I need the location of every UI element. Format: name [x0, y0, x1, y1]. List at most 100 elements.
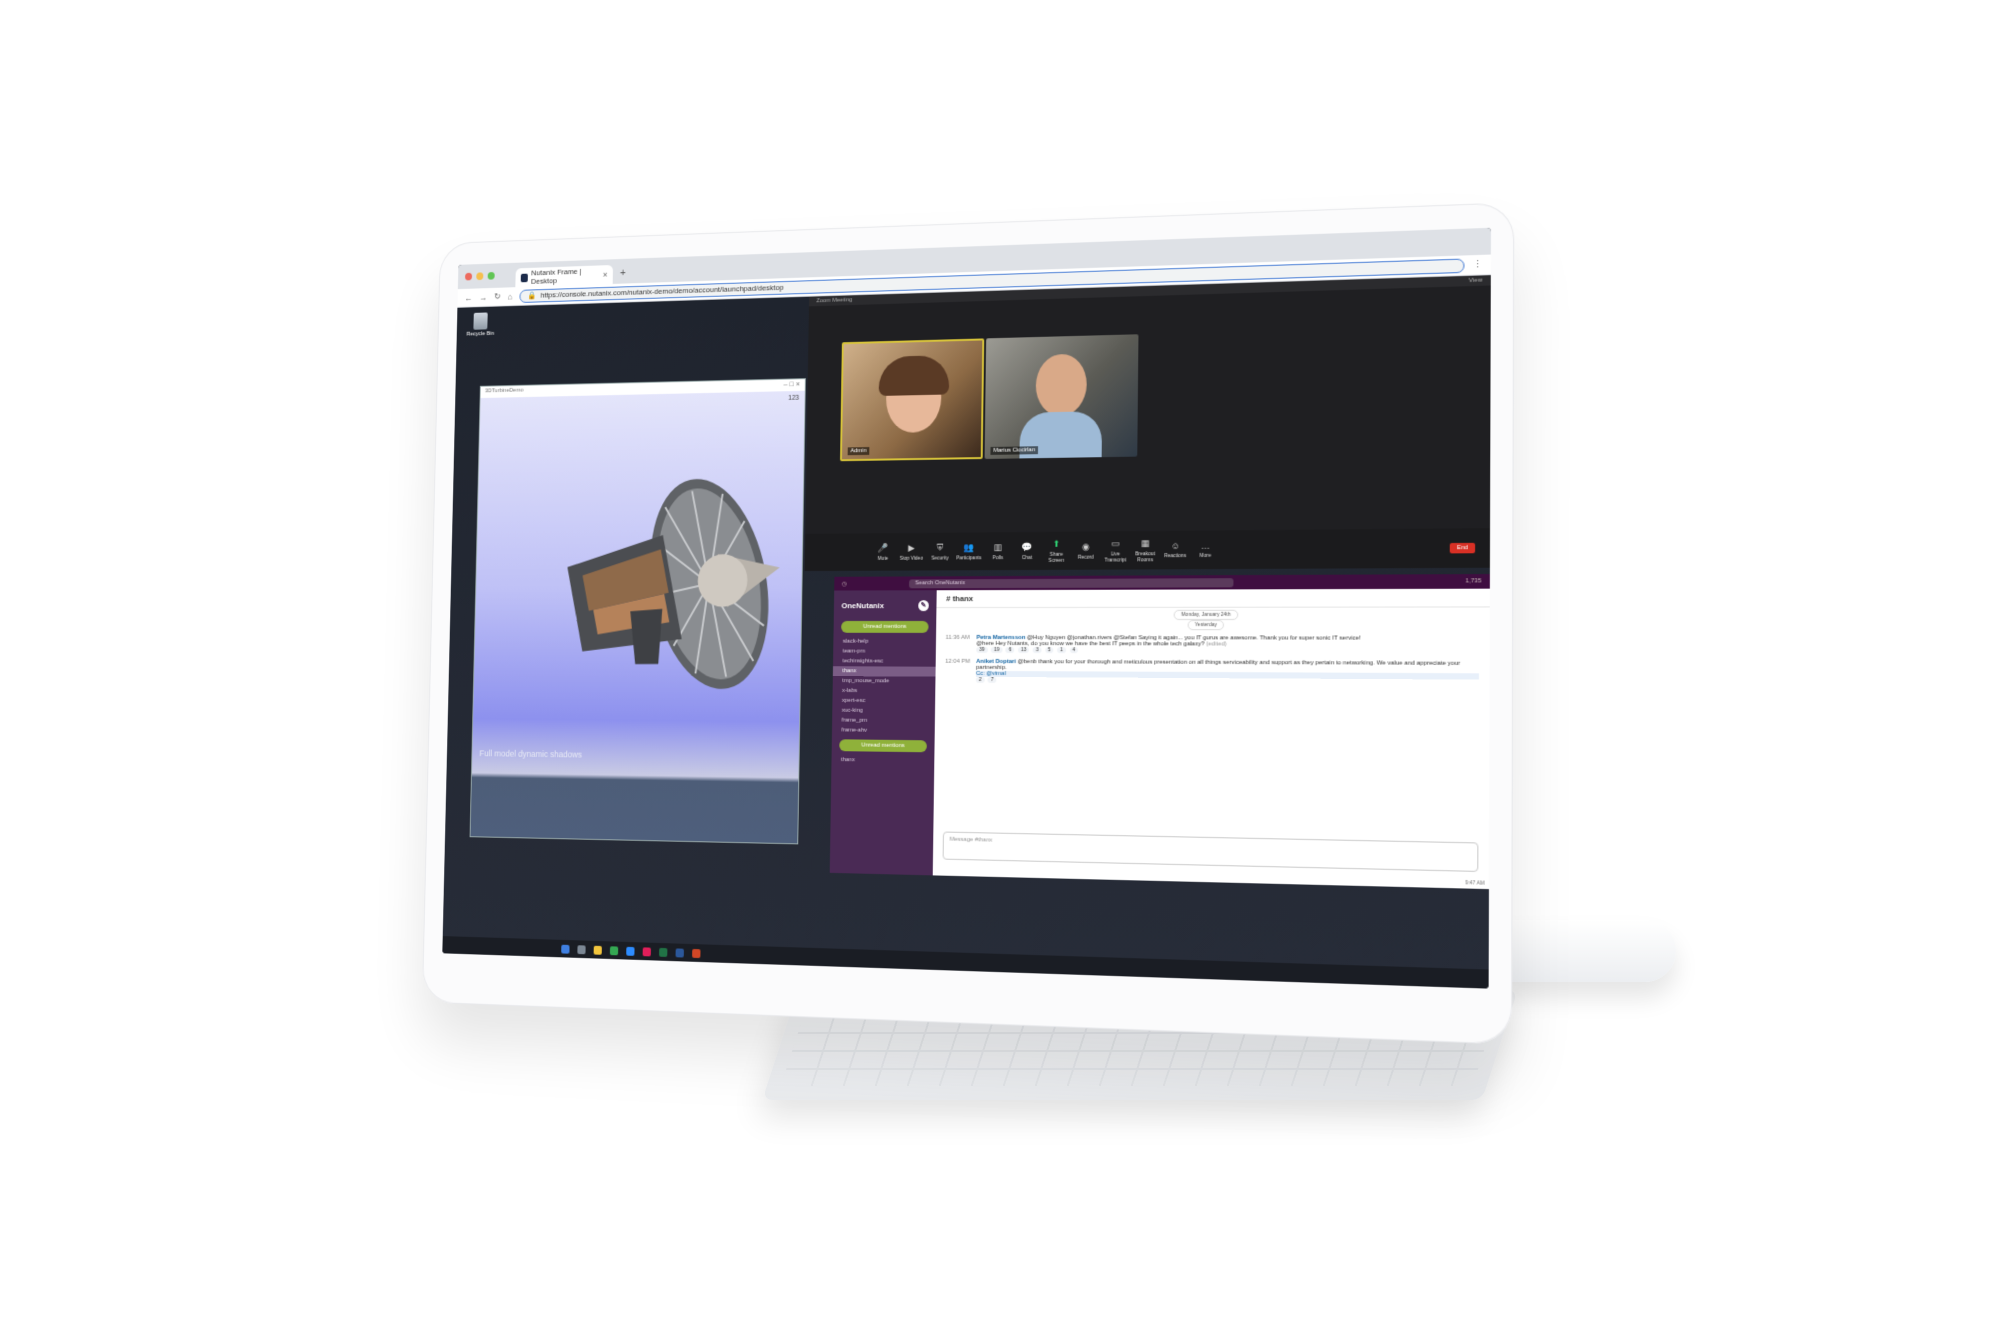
participant-name: Marius Ciocirlan — [990, 446, 1039, 455]
sidebar-item-team-pm[interactable]: team-pm — [833, 647, 936, 657]
message-time: 11:36 AM — [945, 634, 970, 641]
zoom-meeting-window[interactable]: Zoom Meeting View Admin Marius Ciocirlan — [804, 275, 1491, 572]
slack-window[interactable]: ◷ Search OneNutanix 1,735 OneNutanix ✎ U… — [829, 574, 1490, 890]
unread-mentions-button[interactable]: Unread mentions — [841, 620, 929, 633]
reactions-row: 2 7 — [975, 676, 1479, 686]
nutanix-favicon-icon — [520, 273, 528, 282]
back-arrow-icon[interactable]: ← — [464, 293, 472, 303]
microphone-icon: 🎤 — [877, 542, 889, 553]
powerpoint-icon[interactable] — [692, 948, 701, 958]
new-tab-button[interactable]: + — [620, 267, 626, 279]
reaction[interactable]: 2 — [975, 676, 985, 683]
more-button[interactable]: … More — [1190, 541, 1220, 559]
security-button[interactable]: ⛨ Security — [926, 542, 955, 561]
slack-icon[interactable] — [642, 946, 651, 956]
start-icon[interactable] — [561, 944, 570, 954]
sidebar-footer-channel[interactable]: thanx — [831, 755, 934, 766]
chat-bubble-icon: 💬 — [1021, 541, 1033, 552]
sidebar-item-thanx[interactable]: thanx — [832, 666, 936, 677]
channel-header[interactable]: # thanx — [936, 588, 1490, 609]
reactions-button[interactable]: ☺ Reactions — [1160, 541, 1190, 559]
share-screen-icon: ⬆ — [1052, 538, 1061, 549]
home-icon[interactable]: ⌂ — [508, 292, 513, 302]
video-tile-admin[interactable]: Admin — [840, 338, 985, 462]
zoom-icon[interactable] — [626, 946, 635, 956]
cad-window-title: 3DTurbineDemo — [484, 387, 524, 395]
grid-icon: ▦ — [1141, 537, 1150, 548]
cc-icon: ▭ — [1111, 537, 1120, 548]
reaction[interactable]: 4 — [1069, 647, 1079, 654]
search-icon[interactable] — [577, 944, 586, 954]
polls-button[interactable]: ▥ Polls — [983, 542, 1012, 561]
reaction[interactable]: 3 — [1032, 647, 1042, 654]
end-meeting-button[interactable]: End — [1449, 542, 1476, 554]
url-text: https://console.nutanix.com/nutanix-demo… — [540, 283, 784, 300]
reaction[interactable]: 7 — [987, 676, 997, 683]
window-controls-icon[interactable]: ─ ☐ ✕ — [783, 381, 800, 389]
reaction[interactable]: 19 — [991, 646, 1003, 653]
participants-button[interactable]: 👥 Participants — [954, 542, 983, 561]
minimize-window-icon[interactable] — [476, 272, 484, 281]
reaction[interactable]: 6 — [1005, 646, 1015, 654]
sidebar-item-tmp-mouse-mode[interactable]: tmp_mouse_mode — [833, 676, 936, 687]
reaction[interactable]: 1 — [1057, 647, 1066, 654]
video-camera-icon: ▶ — [908, 542, 915, 553]
system-clock: 9:47 AM — [1465, 880, 1485, 887]
history-icon[interactable]: ◷ — [842, 580, 847, 587]
stop-video-button[interactable]: ▶ Stop Video — [897, 542, 926, 561]
compose-icon[interactable]: ✎ — [918, 600, 929, 612]
cad-caption: Full model dynamic shadows — [479, 748, 583, 760]
breakout-rooms-button[interactable]: ▦ Breakout Rooms — [1130, 537, 1160, 563]
day-divider: Monday, January 24th — [936, 609, 1489, 620]
live-transcript-button[interactable]: ▭ Live Transcript — [1101, 538, 1131, 563]
zoom-window-title: Zoom Meeting — [816, 297, 853, 305]
reaction[interactable]: 39 — [976, 646, 988, 653]
message-composer[interactable]: Message #thanx — [942, 831, 1479, 872]
cad-titlebar: 3DTurbineDemo ─ ☐ ✕ — [480, 379, 805, 399]
zoom-toolbar: 🎤 Mute ▶ Stop Video ⛨ Security 👥 Participant… — [804, 528, 1491, 572]
message-text: @benb thank you for your thorough and me… — [976, 659, 1461, 672]
reload-icon[interactable]: ↻ — [494, 291, 501, 302]
message[interactable]: 12:04 PM Aniket Doptari @benb thank you … — [935, 656, 1489, 689]
sidebar-item-frame-ahv[interactable]: frame-ahv — [832, 725, 935, 736]
mute-button[interactable]: 🎤 Mute — [869, 542, 898, 562]
record-button[interactable]: ◉ Record — [1071, 541, 1101, 560]
recycle-bin-icon — [473, 312, 488, 330]
menu-dots-icon[interactable]: ⋮ — [1473, 259, 1483, 271]
monitor: Nutanix Frame | Desktop × + ← → ↻ ⌂ 🔒 ht… — [421, 202, 1515, 1045]
slack-search-input[interactable]: Search OneNutanix — [909, 577, 1234, 588]
recycle-bin-label: Recycle Bin — [466, 331, 495, 338]
forward-arrow-icon[interactable]: → — [479, 292, 487, 302]
cad-viewer-window[interactable]: 3DTurbineDemo ─ ☐ ✕ 123 Full model dynam… — [469, 378, 806, 845]
slack-sidebar: OneNutanix ✎ Unread mentions slack-help … — [829, 590, 937, 876]
screen: Nutanix Frame | Desktop × + ← → ↻ ⌂ 🔒 ht… — [442, 227, 1491, 989]
chrome-icon[interactable] — [609, 945, 619, 955]
bar-chart-icon: ▥ — [993, 541, 1003, 552]
slack-channel-view: # thanx Monday, January 24th Yesterday 1… — [933, 588, 1490, 889]
reaction[interactable]: 13 — [1017, 647, 1030, 654]
message-time: 12:04 PM — [945, 658, 971, 665]
video-tile-marius[interactable]: Marius Ciocirlan — [984, 334, 1139, 459]
record-icon: ◉ — [1081, 541, 1090, 552]
tab-close-icon[interactable]: × — [603, 270, 608, 280]
window-controls — [464, 271, 495, 281]
product-photo: Nutanix Frame | Desktop × + ← → ↻ ⌂ 🔒 ht… — [0, 0, 2000, 1333]
fps-counter: 123 — [788, 394, 800, 402]
share-screen-button[interactable]: ⬆ Share Screen — [1042, 538, 1072, 563]
ellipsis-icon: … — [1200, 540, 1211, 551]
word-icon[interactable] — [675, 947, 684, 958]
view-button[interactable]: View — [1469, 277, 1483, 284]
unread-mentions-bottom-button[interactable]: Unread mentions — [839, 739, 927, 753]
sidebar-item-slack-help[interactable]: slack-help — [833, 637, 936, 647]
excel-icon[interactable] — [659, 947, 668, 957]
chat-button[interactable]: 💬 Chat — [1012, 541, 1041, 560]
smile-icon: ☺ — [1170, 540, 1180, 552]
recycle-bin[interactable]: Recycle Bin — [465, 312, 495, 337]
workspace-name[interactable]: OneNutanix ✎ — [834, 590, 937, 617]
message[interactable]: 11:36 AM Petra Martensson @Huy Nguyen @j… — [936, 632, 1490, 658]
reaction[interactable]: 5 — [1044, 647, 1054, 654]
maximize-window-icon[interactable] — [487, 271, 495, 280]
close-window-icon[interactable] — [464, 272, 473, 281]
file-explorer-icon[interactable] — [593, 945, 602, 955]
sidebar-item-techinsights-esc[interactable]: techinsights-esc — [833, 656, 936, 666]
